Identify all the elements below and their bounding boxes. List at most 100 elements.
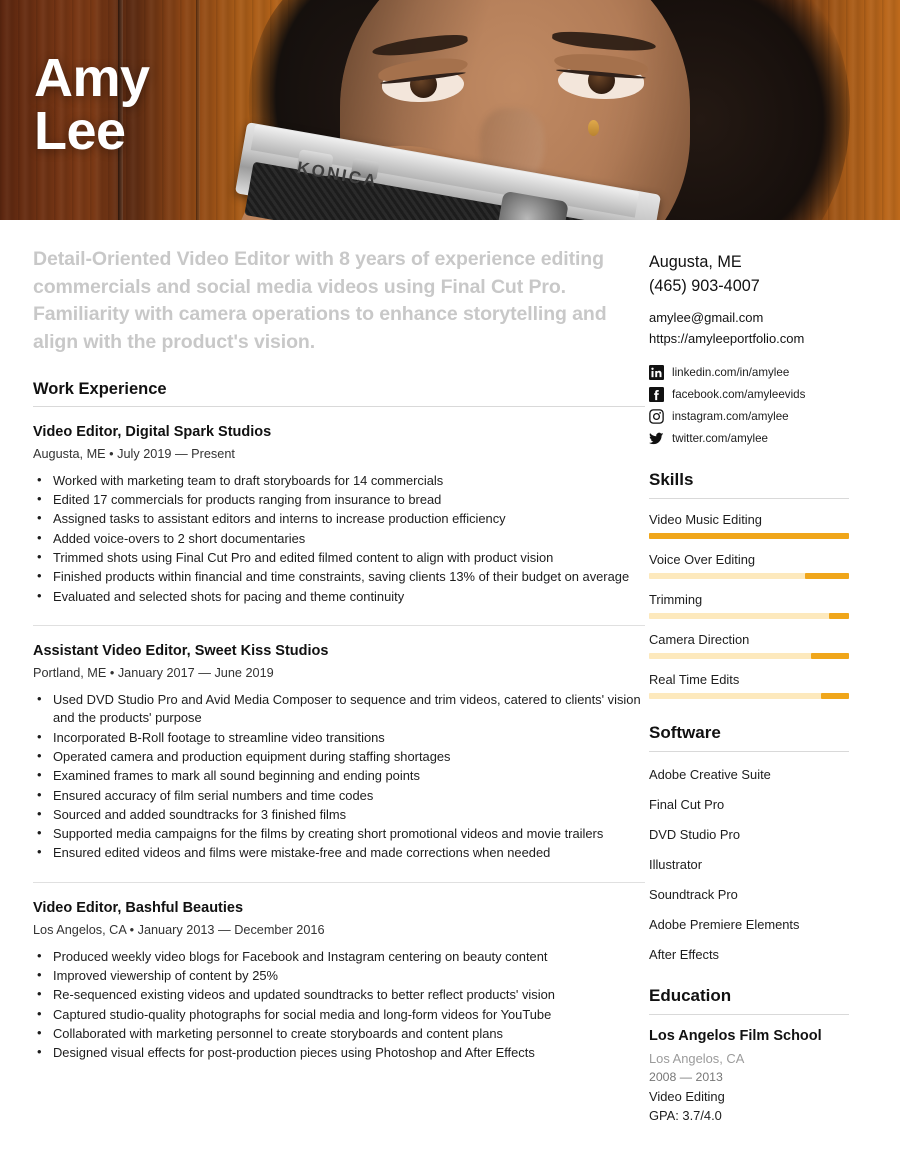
main-column: Detail-Oriented Video Editor with 8 year… xyxy=(0,220,645,1123)
job-bullet: Operated camera and production equipment… xyxy=(33,747,641,766)
skill-item: Trimming xyxy=(649,592,872,619)
education-years: 2008 — 2013 xyxy=(649,1069,723,1084)
job-bullet: Assigned tasks to assistant editors and … xyxy=(33,509,641,528)
job-bullet: Evaluated and selected shots for pacing … xyxy=(33,587,641,606)
skill-item: Real Time Edits xyxy=(649,672,872,699)
page-title: Amy Lee xyxy=(34,48,150,162)
professional-summary: Detail-Oriented Video Editor with 8 year… xyxy=(33,248,607,354)
skill-label: Real Time Edits xyxy=(649,671,740,687)
skill-label: Voice Over Editing xyxy=(649,551,756,567)
job-meta: Los Angelos, CA • January 2013 — Decembe… xyxy=(33,922,325,937)
skill-label: Camera Direction xyxy=(649,631,750,647)
job-bullet: Supported media campaigns for the films … xyxy=(33,824,641,843)
social-label: instagram.com/amylee xyxy=(672,409,789,423)
header-banner: KONICA Amy Lee xyxy=(0,0,900,220)
job-title: Assistant Video Editor, Sweet Kiss Studi… xyxy=(33,642,329,659)
social-links: linkedin.com/in/amylee facebook.com/amyl… xyxy=(649,364,872,446)
job-bullets: Used DVD Studio Pro and Avid Media Compo… xyxy=(33,690,641,863)
work-experience-heading: Work Experience xyxy=(33,379,167,398)
job-bullet: Ensured accuracy of film serial numbers … xyxy=(33,785,641,805)
social-label: linkedin.com/in/amylee xyxy=(672,365,790,379)
skill-bar-fill xyxy=(821,692,849,699)
skill-label: Trimming xyxy=(649,591,703,607)
skill-bar-fill xyxy=(829,612,849,619)
job-entry: Video Editor, Digital Spark Studios Augu… xyxy=(33,424,640,606)
education-school: Los Angelos Film School xyxy=(649,1027,822,1044)
skill-bar xyxy=(649,692,849,699)
skill-bar-fill xyxy=(805,572,849,579)
job-bullet: Re-sequenced existing videos and updated… xyxy=(33,985,641,1004)
social-label: twitter.com/amylee xyxy=(672,431,768,445)
job-title: Video Editor, Bashful Beauties xyxy=(33,899,244,916)
skill-item: Voice Over Editing xyxy=(649,552,872,579)
job-meta: Portland, ME • January 2017 — June 2019 xyxy=(33,665,274,680)
job-bullet: Improved viewership of content by 25% xyxy=(33,966,641,985)
job-bullet: Finished products within financial and t… xyxy=(33,567,641,586)
job-bullets: Produced weekly video blogs for Facebook… xyxy=(33,947,641,1063)
contact-email[interactable]: amylee@gmail.com xyxy=(649,307,872,328)
education-heading: Education xyxy=(649,985,732,1005)
first-name: Amy xyxy=(34,48,150,108)
twitter-icon xyxy=(649,431,664,446)
skill-item: Video Music Editing xyxy=(649,512,872,539)
contact-location: Augusta, ME xyxy=(649,253,742,271)
skills-divider xyxy=(649,497,849,499)
job-bullet: Incorporated B-Roll footage to streamlin… xyxy=(33,728,641,747)
job-title: Video Editor, Digital Spark Studios xyxy=(33,423,272,440)
instagram-icon xyxy=(649,408,664,424)
software-item: Final Cut Pro xyxy=(649,796,725,812)
facebook-icon xyxy=(649,386,664,402)
social-link-facebook[interactable]: facebook.com/amyleevids xyxy=(649,386,872,402)
software-item: Adobe Creative Suite xyxy=(649,766,771,782)
skill-label: Video Music Editing xyxy=(649,511,762,527)
job-bullet: Worked with marketing team to draft stor… xyxy=(33,471,641,490)
software-divider xyxy=(649,750,849,752)
job-bullet: Used DVD Studio Pro and Avid Media Compo… xyxy=(33,690,641,728)
last-name: Lee xyxy=(34,101,126,162)
education-field: Video Editing xyxy=(649,1088,725,1104)
social-link-twitter[interactable]: twitter.com/amylee xyxy=(649,431,872,446)
sidebar: Augusta, ME (465) 903-4007 amylee@gmail.… xyxy=(640,220,900,1123)
software-heading: Software xyxy=(649,722,721,742)
job-divider xyxy=(33,624,645,626)
social-link-linkedin[interactable]: linkedin.com/in/amylee xyxy=(649,364,872,380)
earring xyxy=(588,120,599,136)
social-link-instagram[interactable]: instagram.com/amylee xyxy=(649,408,872,424)
linkedin-icon xyxy=(649,364,664,380)
education-divider xyxy=(649,1013,849,1015)
job-meta: Augusta, ME • July 2019 — Present xyxy=(33,446,235,461)
skill-bar-fill xyxy=(811,652,849,659)
job-bullet: Sourced and added soundtracks for 3 fini… xyxy=(33,805,641,824)
skill-item: Camera Direction xyxy=(649,632,872,659)
skill-bar xyxy=(649,572,849,579)
software-item: Soundtrack Pro xyxy=(649,886,738,902)
job-bullet: Trimmed shots using Final Cut Pro and ed… xyxy=(33,548,641,567)
wood-panel-seam-2 xyxy=(196,0,200,220)
social-label: facebook.com/amyleevids xyxy=(672,387,806,401)
job-bullet: Ensured edited videos and films were mis… xyxy=(33,843,641,862)
job-bullets: Worked with marketing team to draft stor… xyxy=(33,471,641,606)
job-bullet: Collaborated with marketing personnel to… xyxy=(33,1024,641,1043)
skill-bar xyxy=(649,612,849,619)
work-experience-divider xyxy=(33,405,645,407)
education-gpa: GPA: 3.7/4.0 xyxy=(649,1107,722,1123)
contact-website[interactable]: https://amyleeportfolio.com xyxy=(649,328,872,349)
software-item: After Effects xyxy=(649,946,719,962)
skills-heading: Skills xyxy=(649,469,694,489)
software-item: DVD Studio Pro xyxy=(649,826,740,842)
education-location: Los Angelos, CA xyxy=(649,1050,745,1066)
job-bullet: Produced weekly video blogs for Facebook… xyxy=(33,947,641,966)
software-item: Illustrator xyxy=(649,856,703,872)
job-entry: Assistant Video Editor, Sweet Kiss Studi… xyxy=(33,642,641,863)
job-bullet: Examined frames to mark all sound beginn… xyxy=(33,766,641,785)
job-bullet: Designed visual effects for post-product… xyxy=(33,1043,641,1062)
job-bullet: Edited 17 commercials for products rangi… xyxy=(33,490,641,509)
resume-body: Detail-Oriented Video Editor with 8 year… xyxy=(0,220,900,1123)
job-divider xyxy=(33,881,645,883)
skill-bar xyxy=(649,532,849,539)
job-bullet: Added voice-overs to 2 short documentari… xyxy=(33,529,641,548)
job-entry: Video Editor, Bashful Beauties Los Angel… xyxy=(33,900,640,1063)
job-bullet: Captured studio-quality photographs for … xyxy=(33,1005,641,1024)
contact-phone: (465) 903-4007 xyxy=(649,277,760,296)
software-item: Adobe Premiere Elements xyxy=(649,916,800,932)
